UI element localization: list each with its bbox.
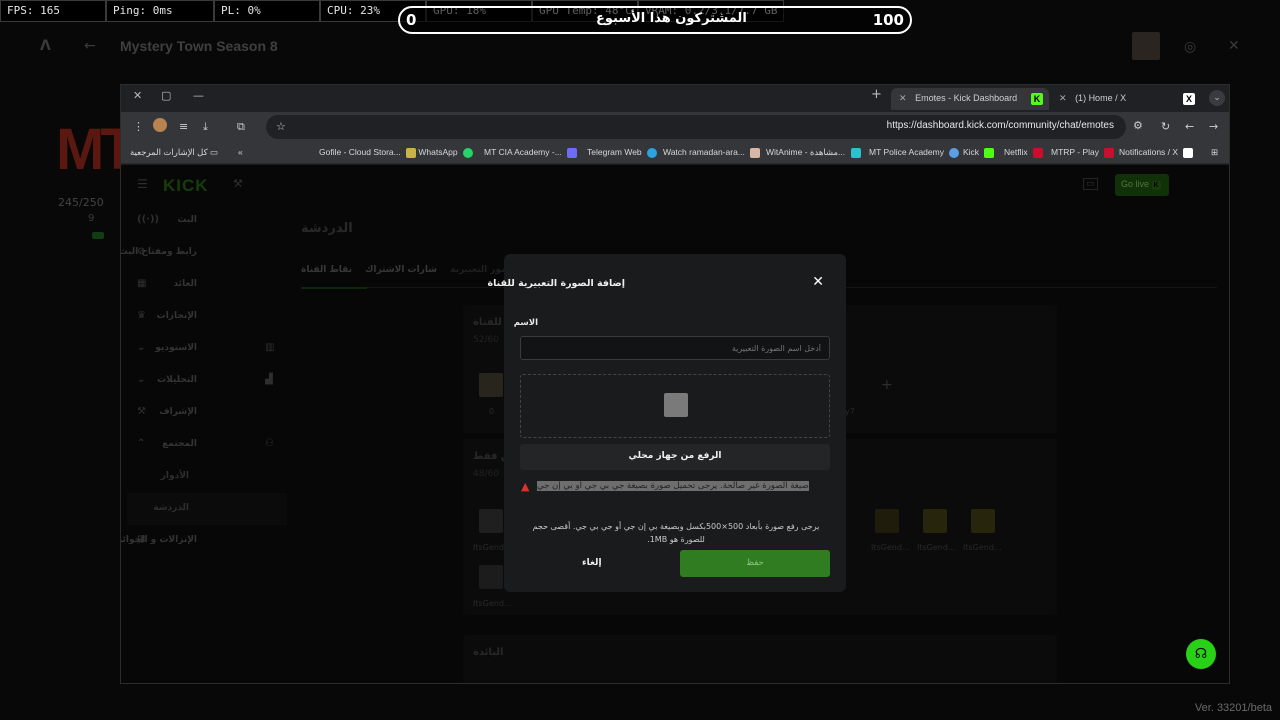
back-icon[interactable]: → bbox=[1209, 120, 1218, 133]
bookmark-whatsapp[interactable]: WhatsApp bbox=[403, 147, 473, 158]
warning-icon: ▲ bbox=[521, 480, 530, 493]
status-badge bbox=[92, 232, 104, 239]
subscriber-goal-overlay: 0 المشتركون هذا الأسبوع 100 bbox=[398, 6, 912, 34]
help-chat-button[interactable]: ☊ bbox=[1186, 639, 1216, 669]
upload-local-button[interactable]: الرفع من جهاز محلي bbox=[520, 444, 830, 470]
close-icon[interactable]: ✕ bbox=[812, 274, 824, 290]
name-label: الاسم bbox=[513, 318, 538, 328]
close-icon[interactable]: ✕ bbox=[1228, 38, 1240, 54]
upload-hint: يرجى رفع صورة بأبعاد 500×500بكسل وبصيغة … bbox=[532, 522, 820, 544]
back-arrow-icon[interactable]: ← bbox=[84, 38, 96, 54]
url-text: https://dashboard.kick.com/community/cha… bbox=[886, 120, 1114, 131]
bookmark-mt-police[interactable]: MT Police Academy bbox=[869, 147, 960, 158]
reload-icon[interactable]: ↻ bbox=[1161, 120, 1170, 133]
avatar[interactable] bbox=[1132, 32, 1160, 60]
cancel-button[interactable]: إلغاء bbox=[582, 558, 602, 568]
bookmark-x-notifications[interactable]: Notifications / X bbox=[1119, 147, 1194, 158]
tab-x-home[interactable]: ✕ (1) Home / X X bbox=[1051, 88, 1201, 110]
folder-icon: ▭ bbox=[210, 147, 219, 157]
add-emote-modal: إضافة الصورة التعبيرية للقناة ✕ الاسم ال… bbox=[487, 254, 846, 592]
x-favicon-icon: X bbox=[1183, 93, 1195, 105]
sub-goal-current: 0 bbox=[406, 11, 417, 29]
window-close-icon[interactable]: ✕ bbox=[133, 89, 142, 102]
menu-dots-icon[interactable]: ⋮ bbox=[133, 120, 144, 133]
kick-favicon-icon: K bbox=[1031, 93, 1043, 105]
ping-stat: Ping: 0ms bbox=[106, 0, 214, 22]
fps-stat: FPS: 165 bbox=[0, 0, 106, 22]
sub-goal-target: 100 bbox=[872, 11, 904, 29]
browser-toolbar: ⋮ ≡ ⤓ ⧉ ☆ https://dashboard.kick.com/com… bbox=[121, 112, 1229, 142]
member-count-2: 9 bbox=[88, 213, 95, 224]
site-settings-icon[interactable]: ⚙ bbox=[1133, 119, 1143, 132]
app-logo-icon: Λ bbox=[40, 38, 51, 54]
emote-name-input[interactable] bbox=[520, 336, 830, 360]
all-bookmarks-folder[interactable]: كل الإشارات المرجعية ▭ bbox=[130, 147, 218, 158]
bookmarks-bar: كل الإشارات المرجعية ▭ « Gofile - Cloud … bbox=[121, 142, 1229, 164]
window-maximize-icon[interactable]: ▢ bbox=[161, 89, 171, 102]
member-count: 245/250 bbox=[58, 196, 104, 209]
bookmark-witanime[interactable]: WitAnime - مشاهدة... bbox=[766, 147, 861, 158]
apps-grid-icon[interactable]: ⊞ bbox=[1211, 147, 1218, 158]
tab-label: Emotes - Kick Dashboard bbox=[915, 93, 1018, 103]
forward-icon[interactable]: ← bbox=[1185, 120, 1194, 133]
tab-close-icon[interactable]: ✕ bbox=[899, 93, 907, 103]
bookmark-mtrp[interactable]: MTRP - Play bbox=[1051, 147, 1115, 158]
reading-list-icon[interactable]: ≡ bbox=[179, 120, 188, 133]
tab-strip: ✕ ▢ — + ✕ Emotes - Kick Dashboard K ✕ (1… bbox=[121, 85, 1229, 112]
uploaded-image-preview bbox=[664, 393, 688, 417]
bookmarks-overflow-icon[interactable]: « bbox=[238, 147, 243, 157]
download-icon[interactable]: ⤓ bbox=[203, 120, 208, 134]
error-message: صيغة الصورة غير صالحة. يرجى تحميل صورة ب… bbox=[537, 481, 809, 491]
modal-title: إضافة الصورة التعبيرية للقناة bbox=[487, 278, 625, 289]
profile-icon[interactable] bbox=[153, 118, 167, 132]
headset-icon: ☊ bbox=[1194, 646, 1208, 662]
tab-emotes[interactable]: ✕ Emotes - Kick Dashboard K bbox=[891, 88, 1049, 110]
extensions-icon[interactable]: ⧉ bbox=[237, 120, 245, 134]
tab-label: (1) Home / X bbox=[1075, 93, 1127, 103]
bookmark-gofile[interactable]: Gofile - Cloud Stora... bbox=[319, 147, 401, 157]
bookmark-ramadan[interactable]: Watch ramadan-ara... bbox=[663, 147, 761, 158]
image-drop-zone[interactable] bbox=[520, 374, 830, 438]
new-tab-icon[interactable]: + bbox=[871, 87, 882, 102]
bookmark-mt-cia[interactable]: MT CIA Academy -... bbox=[484, 147, 578, 158]
tab-close-icon[interactable]: ✕ bbox=[1059, 93, 1067, 103]
bookmark-kick[interactable]: Kick bbox=[963, 147, 995, 158]
app-title: Mystery Town Season 8 bbox=[120, 38, 278, 54]
bookmark-netflix[interactable]: Netflix bbox=[1004, 147, 1043, 158]
address-bar[interactable]: ☆ https://dashboard.kick.com/community/c… bbox=[266, 115, 1126, 139]
save-button[interactable]: حفظ bbox=[680, 550, 830, 577]
settings-icon[interactable]: ◎ bbox=[1184, 39, 1196, 55]
bookmark-star-icon[interactable]: ☆ bbox=[276, 120, 286, 133]
tab-search-icon[interactable]: ⌄ bbox=[1209, 90, 1225, 106]
window-minimize-icon[interactable]: — bbox=[193, 89, 204, 102]
sub-goal-label: المشتركون هذا الأسبوع bbox=[596, 11, 747, 26]
bookmark-telegram[interactable]: Telegram Web bbox=[587, 147, 658, 158]
packet-loss-stat: PL: 0% bbox=[214, 0, 320, 22]
version-label: Ver. 33201/beta bbox=[1194, 702, 1272, 714]
